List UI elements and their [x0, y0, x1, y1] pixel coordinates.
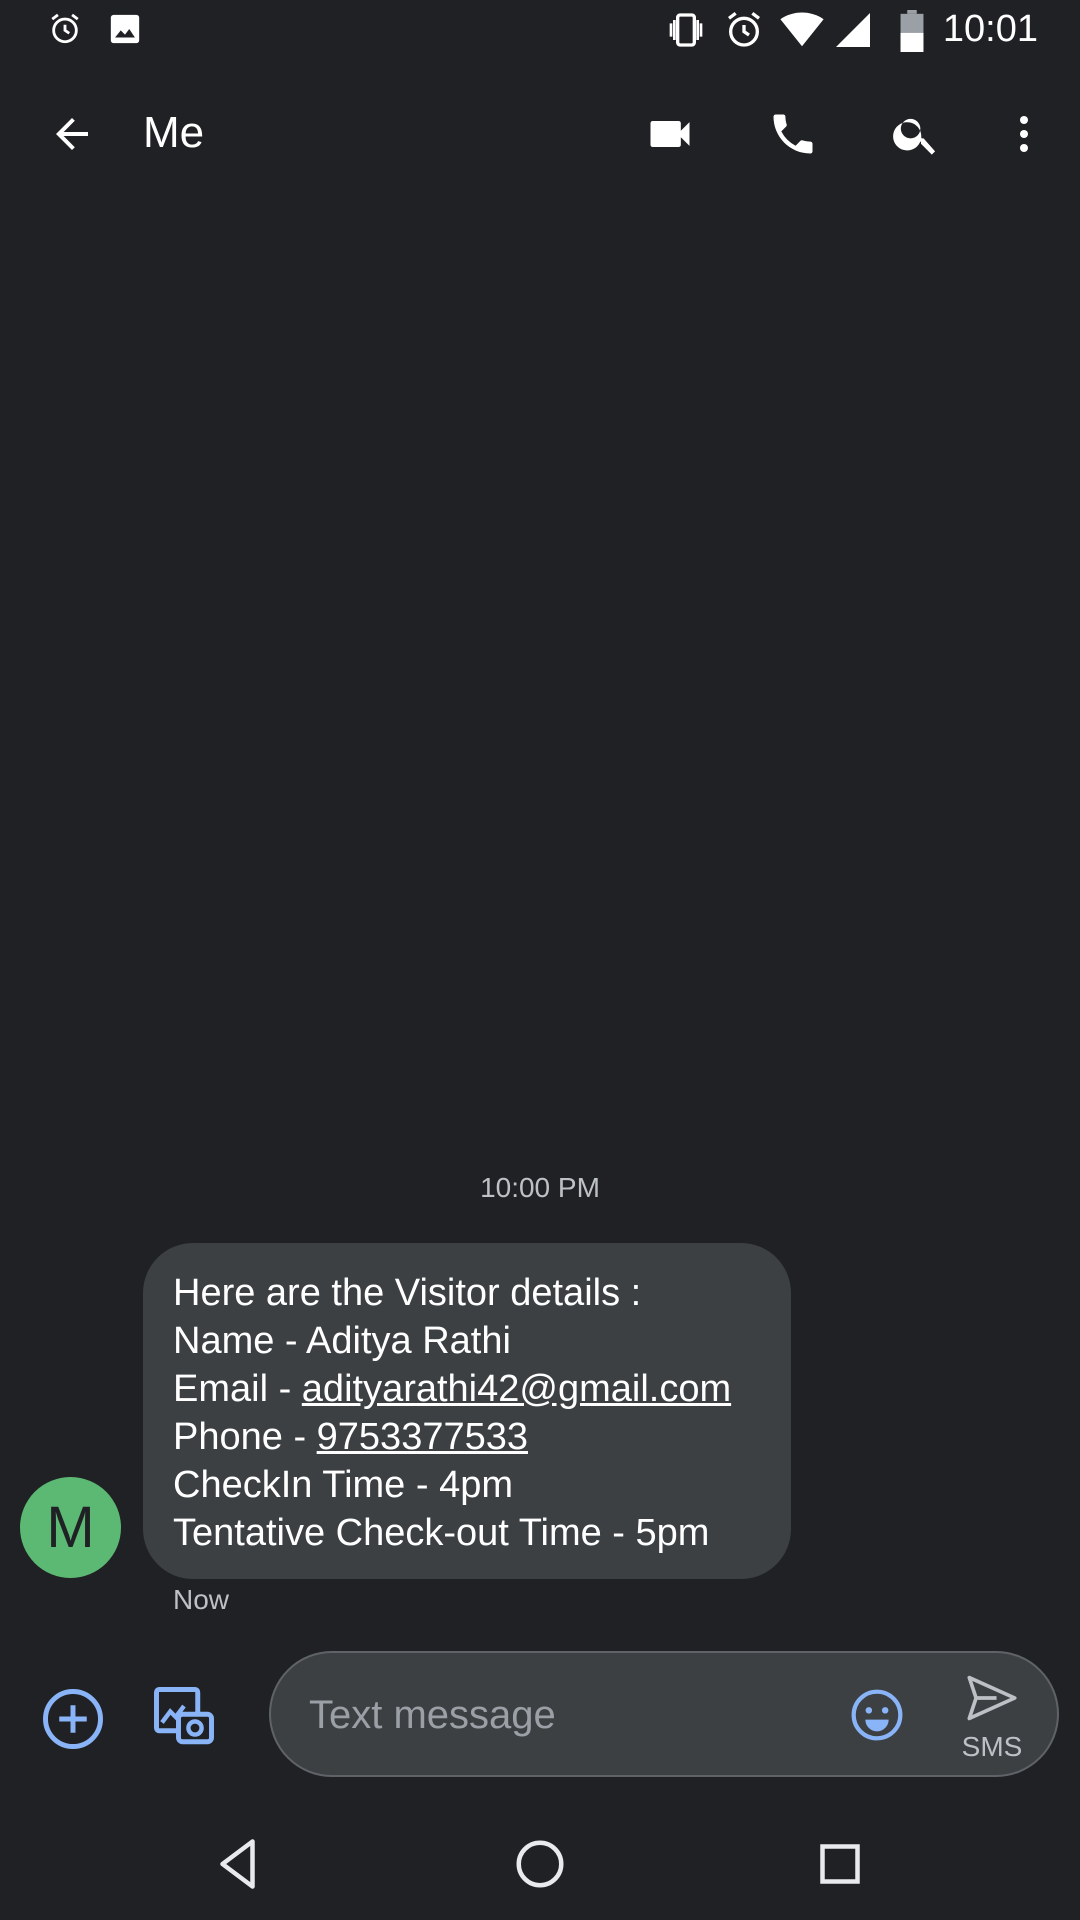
- compose-field: SMS: [269, 1651, 1059, 1777]
- navigation-bar: [0, 1800, 1080, 1920]
- image-icon: [110, 14, 140, 44]
- search-icon: [893, 118, 936, 155]
- send-button[interactable]: SMS: [947, 1673, 1037, 1769]
- send-mode-label: SMS: [961, 1731, 1023, 1762]
- video-call-button[interactable]: [630, 94, 710, 174]
- gallery-button[interactable]: [151, 1684, 217, 1750]
- emoji-button[interactable]: [849, 1687, 905, 1743]
- status-bar: 10:01: [0, 0, 1080, 64]
- clock: 10:01: [942, 8, 1038, 50]
- message-line: Here are the Visitor details :: [173, 1272, 642, 1314]
- message-bubble[interactable]: Here are the Visitor details : Name - Ad…: [143, 1243, 791, 1579]
- search-button[interactable]: [876, 94, 956, 174]
- attach-button[interactable]: [40, 1686, 106, 1752]
- message-input[interactable]: [307, 1689, 831, 1741]
- phone-label: Phone -: [173, 1416, 317, 1458]
- avatar[interactable]: M: [20, 1477, 121, 1578]
- more-vert-icon: [1020, 116, 1028, 152]
- alarm-icon: [728, 12, 760, 47]
- phone-icon: [773, 114, 813, 154]
- email-label: Email -: [173, 1368, 302, 1410]
- video-call-icon: [650, 121, 690, 147]
- avatar-letter: M: [46, 1495, 95, 1560]
- back-nav-icon[interactable]: [210, 1834, 270, 1894]
- message-line: Tentative Check-out Time - 5pm: [173, 1512, 710, 1554]
- email-link[interactable]: adityarathi42@gmail.com: [302, 1368, 731, 1410]
- battery-icon: [900, 10, 924, 52]
- app-bar: Me: [0, 64, 1080, 204]
- gallery-camera-icon: [154, 1687, 214, 1745]
- wifi-icon: [780, 12, 824, 47]
- message-line: Email - adityarathi42@gmail.com: [173, 1365, 761, 1413]
- message-timestamp: 10:00 PM: [480, 1172, 600, 1203]
- back-arrow-icon: [56, 118, 88, 150]
- back-button[interactable]: [32, 94, 112, 174]
- more-options-button[interactable]: [984, 94, 1064, 174]
- signal-icon: [836, 13, 870, 47]
- home-nav-icon[interactable]: [510, 1834, 570, 1894]
- vibrate-icon: [669, 13, 703, 47]
- phone-link[interactable]: 9753377533: [317, 1416, 528, 1458]
- message-line: Name - Aditya Rathi: [173, 1320, 511, 1362]
- message-line: Phone - 9753377533: [173, 1413, 761, 1461]
- send-icon: [967, 1675, 1017, 1721]
- phone-call-button[interactable]: [753, 94, 833, 174]
- emoji-icon: [851, 1689, 903, 1741]
- recents-nav-icon[interactable]: [810, 1834, 870, 1894]
- message-status: Now: [173, 1584, 230, 1615]
- alarm-icon: [51, 13, 79, 44]
- conversation-title: Me: [143, 108, 205, 157]
- message-line: CheckIn Time - 4pm: [173, 1464, 513, 1506]
- add-circle-icon: [43, 1689, 103, 1749]
